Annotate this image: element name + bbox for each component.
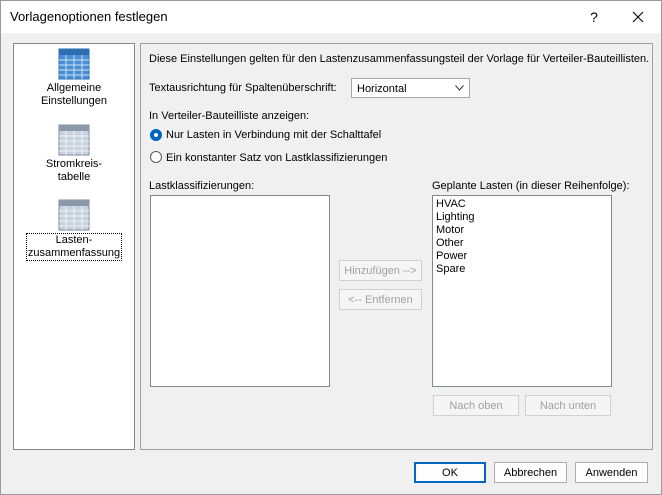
planned-loads-label: Geplante Lasten (in dieser Reihenfolge): xyxy=(432,180,630,192)
list-item[interactable]: Lighting xyxy=(436,211,475,224)
remove-button[interactable]: <-- Entfernen xyxy=(339,289,422,310)
list-item[interactable]: HVAC xyxy=(436,198,475,211)
dialog-window: Vorlagenoptionen festlegen ? Allgemeine … xyxy=(0,0,662,495)
grid-table-icon xyxy=(58,48,90,80)
radio-constant-set[interactable] xyxy=(150,151,162,163)
radio-option-1-label[interactable]: Nur Lasten in Verbindung mit der Schaltt… xyxy=(166,129,381,141)
load-classifications-label: Lastklassifizierungen: xyxy=(149,180,255,192)
list-item[interactable]: Motor xyxy=(436,224,475,237)
sidebar-label-line: Lasten- xyxy=(55,234,93,246)
sidebar-item-circuit-table[interactable]: Stromkreis- tabelle xyxy=(14,124,134,184)
sidebar-item-load-summary[interactable]: Lasten- zusammenfassung xyxy=(14,199,134,261)
sidebar-item-label: Allgemeine Einstellungen xyxy=(41,82,107,108)
sidebar-label-line: Allgemeine xyxy=(46,82,102,94)
move-down-button[interactable]: Nach unten xyxy=(525,395,611,416)
close-icon xyxy=(632,11,644,23)
table-icon xyxy=(58,124,90,156)
sidebar-item-label: Lasten- zusammenfassung xyxy=(25,233,123,261)
sidebar-item-label: Stromkreis- tabelle xyxy=(46,158,102,184)
settings-panel: Diese Einstellungen gelten für den Laste… xyxy=(140,43,653,450)
show-in-list-label: In Verteiler-Bauteilliste anzeigen: xyxy=(149,110,310,122)
radio-only-panel-loads[interactable] xyxy=(150,129,162,141)
chevron-down-icon xyxy=(455,85,464,91)
header-direction-label: Textausrichtung für Spaltenüberschrift: xyxy=(149,82,337,94)
cancel-button[interactable]: Abbrechen xyxy=(494,462,567,483)
sidebar: Allgemeine Einstellungen Stromkreis- tab… xyxy=(13,43,135,450)
load-classifications-list[interactable] xyxy=(150,195,330,387)
panel-description: Diese Einstellungen gelten für den Laste… xyxy=(149,53,650,65)
help-icon: ? xyxy=(590,9,598,25)
apply-button[interactable]: Anwenden xyxy=(575,462,648,483)
dropdown-value: Horizontal xyxy=(357,83,407,95)
close-button[interactable] xyxy=(615,1,661,33)
ok-button[interactable]: OK xyxy=(414,462,486,483)
sidebar-label-line: Einstellungen xyxy=(40,95,108,107)
window-title: Vorlagenoptionen festlegen xyxy=(10,9,168,24)
planned-loads-list[interactable]: HVAC Lighting Motor Other Power Spare xyxy=(432,195,612,387)
list-item[interactable]: Other xyxy=(436,237,475,250)
sidebar-label-line: Stromkreis- xyxy=(45,158,103,170)
radio-option-2-label[interactable]: Ein konstanter Satz von Lastklassifizier… xyxy=(166,152,387,164)
move-up-button[interactable]: Nach oben xyxy=(433,395,519,416)
sidebar-label-line: tabelle xyxy=(57,171,91,183)
list-item[interactable]: Spare xyxy=(436,263,475,276)
title-bar: Vorlagenoptionen festlegen ? xyxy=(1,1,661,33)
sidebar-label-line: zusammenfassung xyxy=(27,247,121,259)
list-item[interactable]: Power xyxy=(436,250,475,263)
header-direction-dropdown[interactable]: Horizontal xyxy=(351,78,470,98)
sidebar-item-general-settings[interactable]: Allgemeine Einstellungen xyxy=(14,48,134,108)
help-button[interactable]: ? xyxy=(571,1,617,33)
add-button[interactable]: Hinzufügen --> xyxy=(339,260,422,281)
table-icon xyxy=(58,199,90,231)
